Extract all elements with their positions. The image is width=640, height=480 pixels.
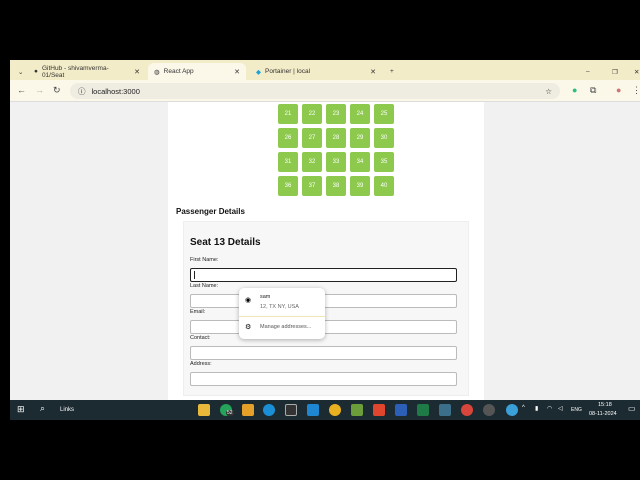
language-indicator[interactable]: ENG <box>571 407 582 413</box>
address-input[interactable] <box>190 372 457 386</box>
new-tab-button[interactable]: + <box>384 63 400 80</box>
app-icon-3[interactable] <box>483 404 495 416</box>
seat-button[interactable]: 31 <box>278 152 298 172</box>
tab-search-button[interactable]: ⌄ <box>12 63 26 80</box>
close-window-button[interactable]: ✕ <box>628 63 640 80</box>
menu-icon[interactable]: ⋮ <box>632 85 640 96</box>
autofill-popup: ◉ sam 12, TX NY, USA ⚙ Manage addresses.… <box>239 288 325 339</box>
first-name-input[interactable] <box>190 268 457 282</box>
seat-button[interactable]: 40 <box>374 176 394 196</box>
manage-addresses-item[interactable]: ⚙ Manage addresses... <box>239 318 325 338</box>
microphone-icon[interactable]: ▮ <box>535 405 538 412</box>
github-icon: ● <box>34 68 38 75</box>
brave-icon[interactable] <box>373 404 385 416</box>
close-icon[interactable]: ✕ <box>234 68 240 76</box>
clock-time[interactable]: 15:18 <box>598 402 612 408</box>
word-icon[interactable] <box>395 404 407 416</box>
app-icon-2[interactable] <box>439 404 451 416</box>
reload-icon[interactable]: ↻ <box>53 85 61 96</box>
help-icon[interactable] <box>506 404 518 416</box>
seat-button[interactable]: 22 <box>302 104 322 124</box>
browser-window: ⌄ ● GitHub - shivamverma-01/Seat ✕ ◍ React … <box>10 60 640 400</box>
tab-github[interactable]: ● GitHub - shivamverma-01/Seat ✕ <box>28 63 146 80</box>
last-name-label: Last Name: <box>190 283 219 289</box>
seat-button[interactable]: 39 <box>350 176 370 196</box>
page-content: 21 22 23 24 25 26 27 28 29 30 31 32 33 34 35 36 37 38 39 40… <box>168 102 484 400</box>
notification-icon[interactable]: ▭ <box>628 404 636 413</box>
seat-button[interactable]: 21 <box>278 104 298 124</box>
seat-button[interactable]: 32 <box>302 152 322 172</box>
chrome-icon[interactable] <box>329 404 341 416</box>
seat-button[interactable]: 34 <box>350 152 370 172</box>
tab-portainer[interactable]: ◆ Portainer | local ✕ <box>250 63 382 80</box>
contact-input[interactable] <box>190 346 457 360</box>
extension-icon[interactable]: ● <box>572 85 577 95</box>
volume-icon[interactable]: ◁ <box>558 405 563 412</box>
seat-button[interactable]: 30 <box>374 128 394 148</box>
autofill-suggestion[interactable]: ◉ sam 12, TX NY, USA <box>239 288 325 317</box>
seat-button[interactable]: 38 <box>326 176 346 196</box>
minimize-button[interactable]: – <box>580 63 596 80</box>
excel-icon[interactable] <box>417 404 429 416</box>
seat-button[interactable]: 29 <box>350 128 370 148</box>
vscode-icon[interactable] <box>307 404 319 416</box>
portainer-icon: ◆ <box>256 68 261 76</box>
settings-icon: ⚙ <box>245 324 252 331</box>
sublime-icon[interactable] <box>242 404 254 416</box>
search-icon[interactable]: ⌕ <box>40 403 45 414</box>
toolbar: ← → ↻ ⓘ localhost:3000 ☆ ● ⧉ ● ⋮ <box>10 80 640 102</box>
forward-icon[interactable]: → <box>35 85 44 95</box>
profile-avatar[interactable]: ● <box>616 85 621 95</box>
taskbar: ⊞ ⌕ Links 52 ^ ▮ ◠ ◁ ENG 15:18 08-11-202… <box>10 400 640 420</box>
passenger-details-heading: Passenger Details <box>176 207 245 216</box>
contact-label: Contact: <box>190 335 211 341</box>
search-box[interactable]: Links <box>60 407 74 413</box>
address-bar[interactable]: ⓘ localhost:3000 ☆ <box>70 83 560 99</box>
tab-bar: ⌄ ● GitHub - shivamverma-01/Seat ✕ ◍ React … <box>10 60 640 80</box>
email-label: Email: <box>190 309 206 315</box>
edge-icon[interactable] <box>263 404 275 416</box>
globe-icon: ◍ <box>154 68 160 76</box>
bookmark-star-icon[interactable]: ☆ <box>545 87 552 96</box>
first-name-label: First Name: <box>190 257 219 263</box>
seat-button[interactable]: 36 <box>278 176 298 196</box>
person-icon: ◉ <box>245 297 252 304</box>
clock-date[interactable]: 08-11-2024 <box>589 411 617 417</box>
terminal-icon[interactable] <box>285 404 297 416</box>
seat-button[interactable]: 33 <box>326 152 346 172</box>
seat-button[interactable]: 23 <box>326 104 346 124</box>
file-explorer-icon[interactable] <box>198 404 210 416</box>
app-icon[interactable] <box>351 404 363 416</box>
wifi-icon[interactable]: ◠ <box>547 405 552 412</box>
extensions-puzzle-icon[interactable]: ⧉ <box>590 85 596 96</box>
notification-badge: 52 <box>226 410 234 416</box>
site-info-icon[interactable]: ⓘ <box>78 86 86 97</box>
chrome-profile-icon[interactable] <box>461 404 473 416</box>
close-icon[interactable]: ✕ <box>370 68 376 76</box>
close-icon[interactable]: ✕ <box>134 68 140 76</box>
seat-button[interactable]: 27 <box>302 128 322 148</box>
back-icon[interactable]: ← <box>17 85 26 95</box>
seat-details-form: Seat 13 Details First Name: Last Name: E… <box>183 221 469 396</box>
seat-button[interactable]: 26 <box>278 128 298 148</box>
seat-button[interactable]: 25 <box>374 104 394 124</box>
seat-button[interactable]: 24 <box>350 104 370 124</box>
maximize-button[interactable]: ❐ <box>606 63 624 80</box>
seat-button[interactable]: 28 <box>326 128 346 148</box>
windows-start-icon[interactable]: ⊞ <box>17 404 25 415</box>
seat-button[interactable]: 37 <box>302 176 322 196</box>
seat-button[interactable]: 35 <box>374 152 394 172</box>
address-label: Address: <box>190 361 212 367</box>
chevron-up-icon[interactable]: ^ <box>522 405 525 411</box>
form-title: Seat 13 Details <box>190 237 261 248</box>
tab-react-app[interactable]: ◍ React App ✕ <box>148 63 246 80</box>
